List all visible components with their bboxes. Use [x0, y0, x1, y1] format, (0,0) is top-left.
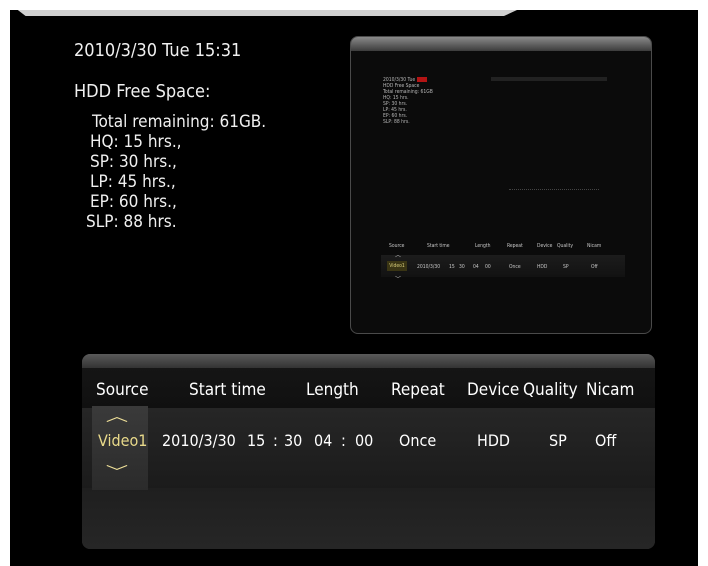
- slp-hours: SLP: 88 hrs.: [86, 212, 177, 232]
- datetime: 2010/3/30 Tue 15:31: [74, 40, 242, 61]
- preview-len-h: 04: [473, 264, 479, 270]
- hq-hours: HQ: 15 hrs.,: [90, 132, 182, 152]
- preview-source: Video1: [387, 261, 407, 271]
- tv-screen: 2010/3/30 Tue 15:31 HDD Free Space: Tota…: [10, 10, 698, 566]
- preview-chevron-down-icon: ﹀: [395, 276, 402, 283]
- preview-device: HDD: [537, 264, 548, 270]
- preview-head-start: Start time: [427, 243, 450, 249]
- column-quality: Quality: [523, 380, 578, 400]
- length-hours[interactable]: 04: [314, 431, 332, 450]
- device-value[interactable]: HDD: [477, 431, 510, 450]
- start-time-separator: :: [273, 431, 278, 450]
- preview-head-device: Device: [537, 243, 553, 249]
- panel-header-bar: [82, 354, 655, 368]
- length-separator: :: [341, 431, 346, 450]
- preview-nicam: Off: [591, 264, 598, 270]
- start-hour[interactable]: 15: [247, 431, 265, 450]
- preview-highlight: [416, 77, 427, 82]
- preview-head-repeat: Repeat: [507, 243, 523, 249]
- preview-head-length: Length: [475, 243, 491, 249]
- preview-chevron-up-icon: ︿: [395, 252, 402, 259]
- preview-head-quality: Quality: [557, 243, 574, 249]
- preview-head-source: Source: [389, 243, 405, 249]
- recording-schedule-panel: Source Start time Length Repeat Device Q…: [82, 354, 655, 549]
- column-length: Length: [306, 380, 359, 400]
- preview-head-nicam: Nicam: [587, 243, 602, 249]
- source-value[interactable]: Video1: [98, 431, 147, 450]
- chevron-up-icon[interactable]: ︿: [106, 406, 128, 426]
- preview-info: 2010/3/30 Tue HDD Free Space Total remai…: [383, 77, 433, 125]
- start-date[interactable]: 2010/3/30: [162, 431, 236, 450]
- preview-window: 2010/3/30 Tue HDD Free Space Total remai…: [350, 36, 652, 334]
- repeat-value[interactable]: Once: [399, 431, 436, 450]
- preview-slp: SLP: 88 hrs.: [383, 119, 410, 125]
- hdd-info: 2010/3/30 Tue 15:31 HDD Free Space: Tota…: [74, 40, 266, 232]
- preview-dots: [509, 189, 599, 191]
- column-repeat: Repeat: [391, 380, 445, 400]
- preview-date: 2010/3/30: [417, 264, 441, 270]
- chevron-down-icon[interactable]: ﹀: [106, 462, 128, 482]
- length-minutes[interactable]: 00: [355, 431, 373, 450]
- preview-quality: SP: [563, 264, 569, 270]
- preview-bar: [491, 77, 607, 81]
- top-strip: [10, 10, 530, 16]
- column-source: Source: [96, 380, 149, 400]
- column-nicam: Nicam: [586, 380, 635, 400]
- ep-hours: EP: 60 hrs.,: [90, 192, 177, 212]
- preview-len-m: 00: [485, 264, 491, 270]
- preview-repeat: Once: [509, 264, 521, 270]
- panel-empty-area: [82, 488, 655, 549]
- lp-hours: LP: 45 hrs.,: [90, 172, 176, 192]
- nicam-value[interactable]: Off: [595, 431, 616, 450]
- column-device: Device: [467, 380, 520, 400]
- quality-value[interactable]: SP: [549, 431, 567, 450]
- sp-hours: SP: 30 hrs.,: [90, 152, 177, 172]
- total-remaining: Total remaining: 61GB.: [92, 112, 267, 132]
- hdd-free-space-label: HDD Free Space:: [74, 81, 211, 102]
- start-minute[interactable]: 30: [284, 431, 302, 450]
- column-start-time: Start time: [189, 380, 266, 400]
- preview-hour: 15: [449, 264, 455, 270]
- preview-minute: 30: [459, 264, 465, 270]
- preview-header: [351, 37, 651, 51]
